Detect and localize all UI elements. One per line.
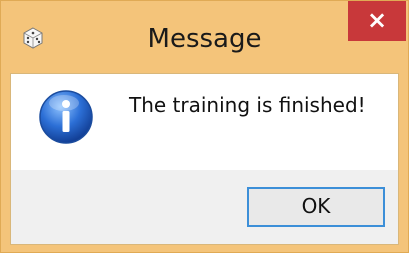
- info-icon: [39, 90, 93, 144]
- message-dialog-window: Message × The training is finished! OK: [0, 0, 409, 253]
- title-bar[interactable]: Message ×: [1, 1, 408, 73]
- ok-button[interactable]: OK: [247, 187, 385, 227]
- close-button[interactable]: ×: [348, 1, 406, 41]
- dialog-client-area: The training is finished! OK: [10, 73, 399, 245]
- window-title: Message: [147, 24, 262, 54]
- message-panel: The training is finished!: [11, 74, 398, 170]
- message-text: The training is finished!: [129, 93, 366, 117]
- close-icon: ×: [366, 6, 388, 34]
